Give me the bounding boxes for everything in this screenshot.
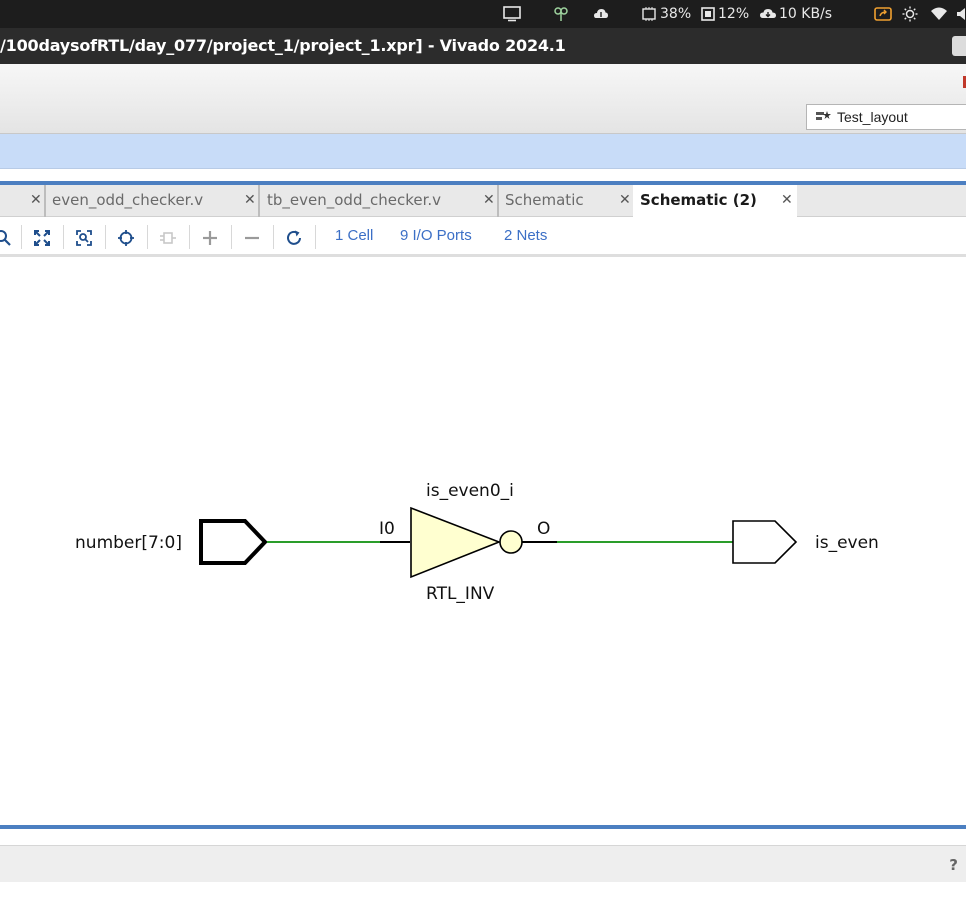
toolbar-separator <box>105 225 106 249</box>
cell-type-label: RTL_INV <box>426 584 495 604</box>
close-icon[interactable]: ✕ <box>619 192 631 208</box>
help-icon[interactable]: ? <box>949 856 958 874</box>
tab-label: Schematic <box>505 191 584 209</box>
crosshair-icon[interactable] <box>115 227 137 249</box>
tab-schematic[interactable]: Schematic ✕ <box>497 185 633 217</box>
memory-value: 12% <box>718 6 750 22</box>
zoom-fit-icon[interactable] <box>31 227 53 249</box>
inverter-bubble <box>499 530 523 554</box>
close-icon[interactable]: ✕ <box>781 192 793 208</box>
cell-icon[interactable] <box>157 227 179 249</box>
refresh-icon[interactable] <box>283 227 305 249</box>
close-icon[interactable]: ✕ <box>244 192 256 208</box>
info-band <box>0 134 966 169</box>
toolbar-separator <box>21 225 22 249</box>
zoom-out-icon[interactable] <box>0 227 14 249</box>
io-ports-count-link[interactable]: 9 I/O Ports <box>400 227 472 244</box>
main-toolbar: Test_layout <box>0 64 966 134</box>
schematic-canvas[interactable]: number[7:0] I0 is_even0_i RTL_INV O is_e… <box>0 260 966 825</box>
schematic-toolbar: 1 Cell 9 I/O Ports 2 Nets <box>0 217 966 257</box>
output-port-symbol[interactable] <box>732 520 798 564</box>
tray-app-icon[interactable] <box>553 0 569 28</box>
tab-hidden-partial[interactable]: ✕ <box>0 185 44 217</box>
download-cloud-icon <box>760 9 776 18</box>
cpu-value: 38% <box>660 6 692 22</box>
cpu-icon <box>642 7 656 21</box>
tab-label: tb_even_odd_checker.v <box>267 191 442 209</box>
wifi-icon[interactable] <box>930 0 948 28</box>
window-title: /100daysofRTL/day_077/project_1/project_… <box>0 36 566 55</box>
tab-schematic-2[interactable]: Schematic (2) ✕ <box>633 185 797 217</box>
tab-tb-even-odd-checker[interactable]: tb_even_odd_checker.v ✕ <box>258 185 497 217</box>
toolbar-separator <box>231 225 232 249</box>
editor-tab-bar: ✕ even_odd_checker.v ✕ tb_even_odd_check… <box>0 185 966 217</box>
close-icon[interactable]: ✕ <box>30 192 42 208</box>
input-pin-label: I0 <box>379 519 395 539</box>
nets-count-link[interactable]: 2 Nets <box>504 227 547 244</box>
tab-label: Schematic (2) <box>640 191 757 209</box>
toolbar-separator <box>147 225 148 249</box>
input-port-symbol[interactable] <box>199 519 268 565</box>
toolbar-separator <box>189 225 190 249</box>
tab-even-odd-checker[interactable]: even_odd_checker.v ✕ <box>44 185 258 217</box>
inverter-gate[interactable] <box>410 506 502 579</box>
close-icon[interactable]: ✕ <box>483 192 495 208</box>
status-bar: ? <box>0 845 966 882</box>
window-title-bar: /100daysofRTL/day_077/project_1/project_… <box>0 28 966 64</box>
cpu-indicator: 38% <box>640 0 691 28</box>
input-port-label: number[7:0] <box>75 533 182 553</box>
memory-indicator: 12% <box>700 0 749 28</box>
expand-plus-icon[interactable] <box>199 227 221 249</box>
output-pin-label: O <box>537 519 550 539</box>
output-port-label: is_even <box>815 533 879 553</box>
brightness-icon[interactable] <box>902 0 918 28</box>
bottom-panel-rule <box>0 825 966 829</box>
layout-icon <box>816 111 831 120</box>
network-indicator: 10 KB/s <box>759 0 832 28</box>
volume-icon[interactable] <box>956 0 966 28</box>
layout-selector[interactable]: Test_layout <box>806 104 966 130</box>
memory-icon <box>701 7 715 21</box>
tab-label: even_odd_checker.v <box>52 191 204 209</box>
minimize-button[interactable] <box>952 36 966 56</box>
cells-count-link[interactable]: 1 Cell <box>335 227 373 244</box>
network-value: 10 KB/s <box>779 6 833 22</box>
toolbar-separator <box>315 225 316 249</box>
cloud-sync-icon[interactable] <box>593 0 609 28</box>
layout-selector-value: Test_layout <box>837 109 908 125</box>
collapse-minus-icon[interactable] <box>241 227 263 249</box>
display-icon[interactable] <box>503 0 521 28</box>
screen-share-icon[interactable] <box>874 0 892 28</box>
cell-instance-label: is_even0_i <box>426 481 514 501</box>
schematic-diagram: number[7:0] I0 is_even0_i RTL_INV O is_e… <box>75 481 879 604</box>
toolbar-separator <box>273 225 274 249</box>
system-top-bar: 38% 12% 10 KB/s <box>0 0 966 28</box>
toolbar-separator <box>63 225 64 249</box>
zoom-area-icon[interactable] <box>73 227 95 249</box>
